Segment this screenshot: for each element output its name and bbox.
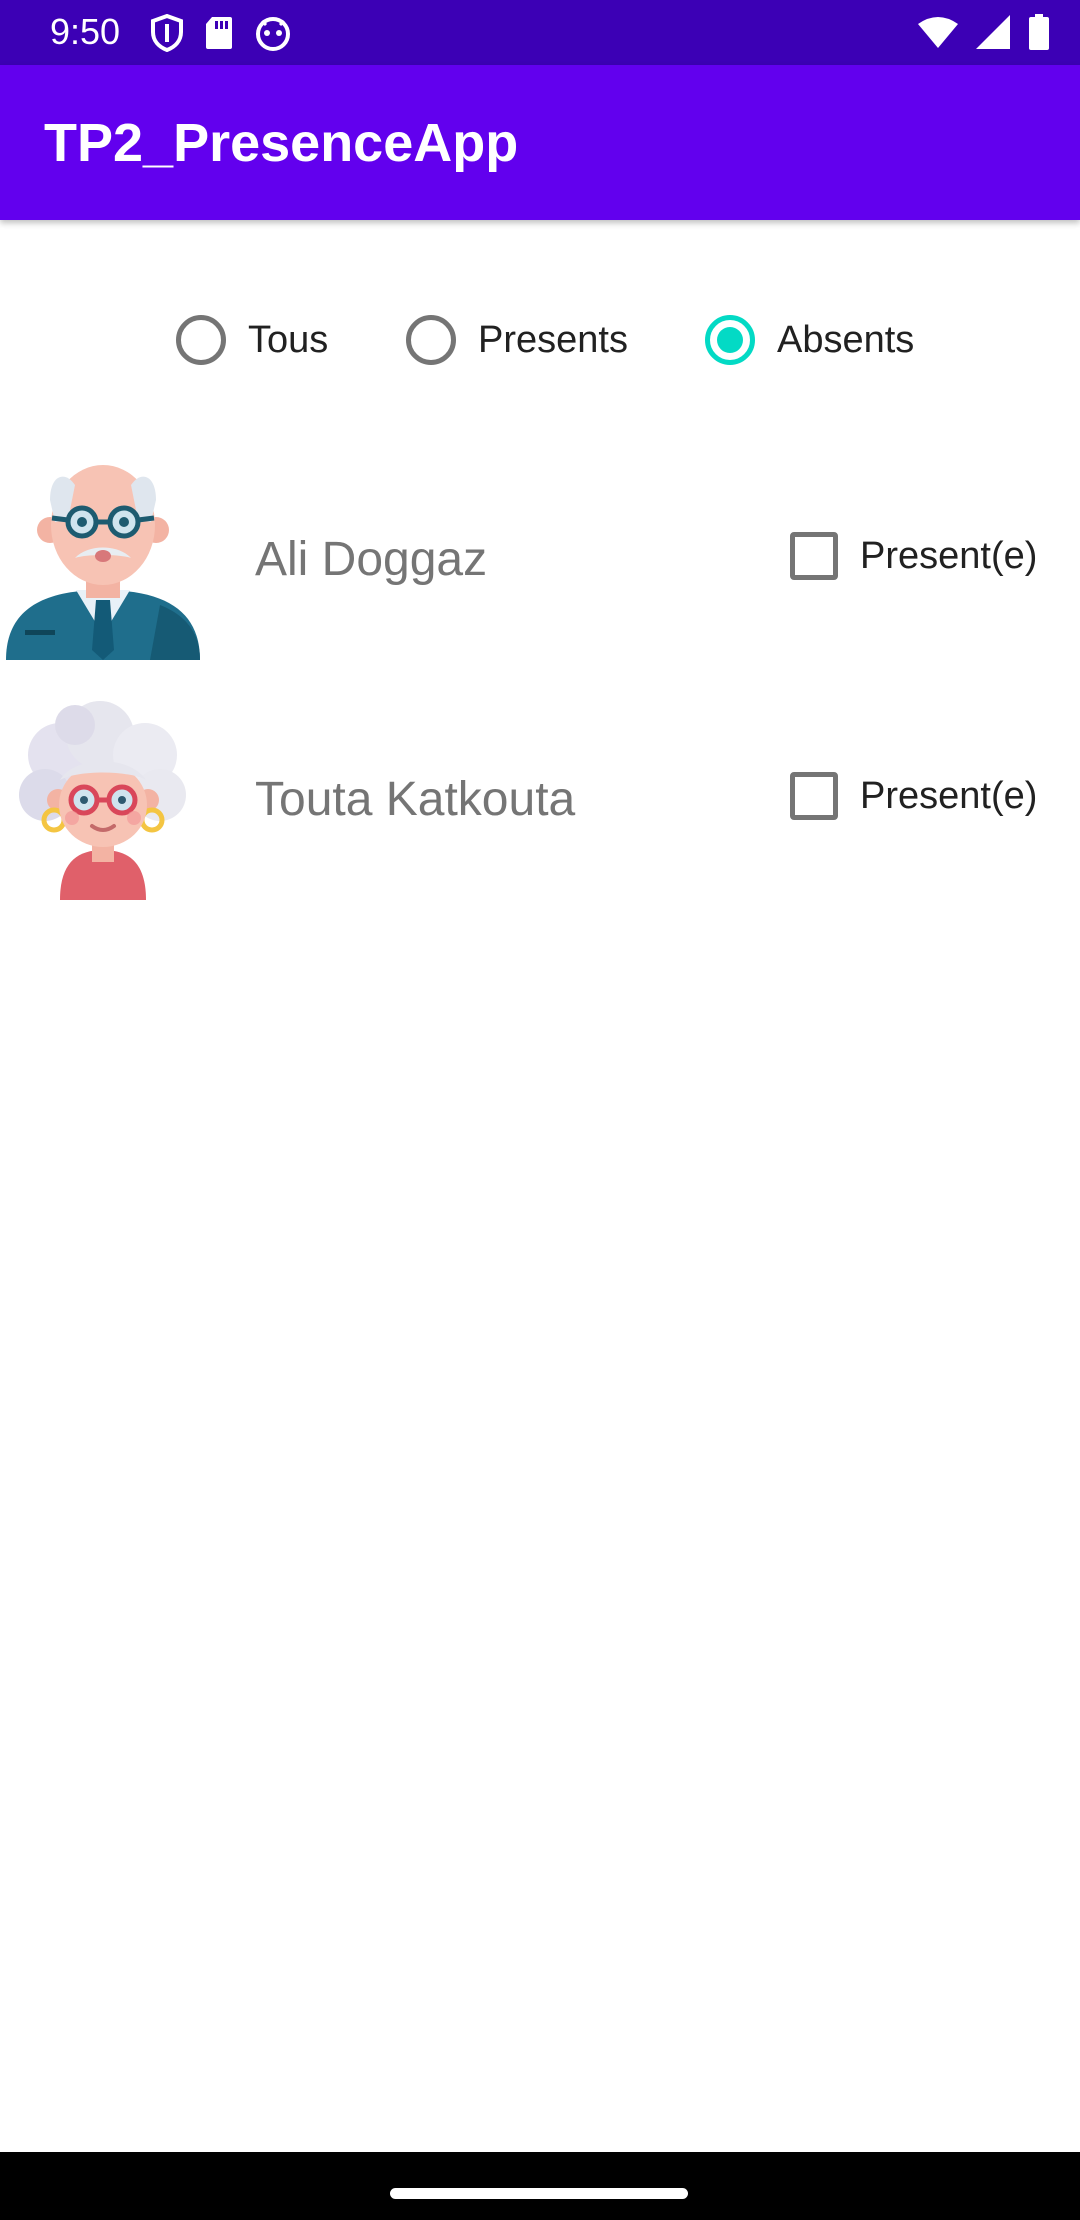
list-item: Touta Katkouta Present(e): [0, 700, 1080, 900]
filter-radio-group: Tous Presents Absents: [0, 300, 1080, 380]
person-name: Touta Katkouta: [255, 773, 576, 826]
status-bar: 9:50: [0, 0, 1080, 65]
checkbox-label: Present(e): [860, 774, 1038, 817]
radio-button-circle[interactable]: [406, 315, 456, 365]
app-title: TP2_PresenceApp: [44, 113, 519, 173]
wifi-icon: [918, 17, 958, 48]
status-time: 9:50: [50, 11, 121, 52]
radio-presents[interactable]: Presents: [406, 300, 628, 380]
app-screen: 9:50 TP2_PresenceApp Tous Presents Absen…: [0, 0, 1080, 2220]
radio-tous[interactable]: Tous: [176, 300, 328, 380]
radio-button-circle[interactable]: [176, 315, 226, 365]
radio-button-circle-checked[interactable]: [705, 315, 755, 365]
radio-absents[interactable]: Absents: [705, 300, 914, 380]
signal-icon: [976, 15, 1010, 49]
present-checkbox[interactable]: Present(e): [790, 532, 1037, 580]
radio-label: Tous: [248, 318, 329, 361]
radio-label: Absents: [777, 318, 915, 361]
status-icons-right: [918, 14, 1050, 50]
status-icons-left: [150, 14, 292, 52]
android-debug-icon: [256, 17, 290, 51]
checkbox-box[interactable]: [790, 772, 838, 820]
person-name: Ali Doggaz: [255, 533, 488, 586]
checkbox-label: Present(e): [860, 534, 1038, 577]
radio-label: Presents: [478, 318, 628, 361]
home-indicator[interactable]: [390, 2188, 688, 2199]
sd-card-icon: [206, 17, 232, 49]
present-checkbox[interactable]: Present(e): [790, 772, 1037, 820]
battery-icon: [1029, 14, 1049, 50]
checkbox-box[interactable]: [790, 532, 838, 580]
old-man-avatar-icon: [6, 465, 200, 660]
shield-icon: [151, 14, 183, 52]
list-item: Ali Doggaz Present(e): [0, 460, 1080, 660]
system-navigation-bar: [0, 2152, 1080, 2220]
old-woman-avatar-icon: [19, 701, 186, 900]
app-bar: TP2_PresenceApp: [0, 65, 1080, 220]
